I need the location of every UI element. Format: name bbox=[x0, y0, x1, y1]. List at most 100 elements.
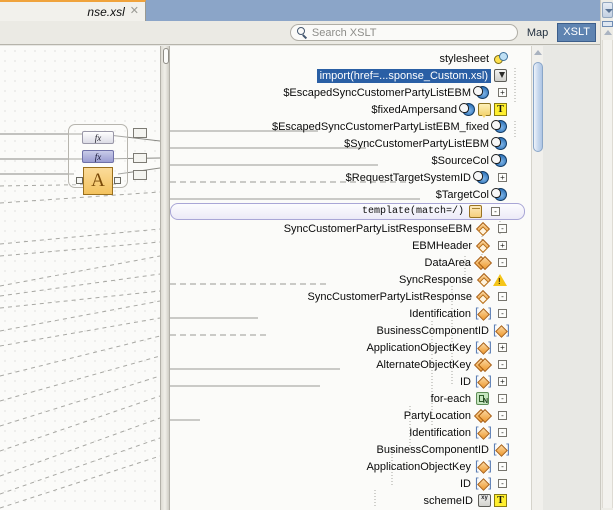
tree-row[interactable]: $RequestTargetSystemID + bbox=[170, 169, 531, 186]
editor-tab-nse-xsl[interactable]: nse.xsl ✕ bbox=[0, 0, 146, 21]
tree-row[interactable]: $SourceCol bbox=[170, 152, 531, 169]
template-icon bbox=[469, 205, 482, 218]
xslt-tree-rows: stylesheet import(href=...sponse_Custom.x… bbox=[170, 46, 531, 510]
scroll-up-icon[interactable] bbox=[534, 50, 542, 55]
tree-row-label: BusinessComponentID bbox=[376, 443, 489, 456]
tree-row-label: AlternateObjectKey bbox=[376, 358, 471, 371]
connector-stub-3[interactable] bbox=[133, 170, 147, 180]
tree-row[interactable]: SyncCustomerPartyListResponse - bbox=[170, 288, 531, 305]
tree-row-label: ApplicationObjectKey bbox=[366, 460, 471, 473]
expand-node-button[interactable]: + bbox=[498, 377, 507, 386]
element-bracket-icon bbox=[493, 441, 513, 456]
tree-row[interactable]: $fixedAmpersand T bbox=[170, 101, 531, 118]
tree-row-label: DataArea bbox=[424, 256, 471, 269]
search-input-wrapper[interactable]: Search XSLT bbox=[289, 24, 518, 41]
tree-row-label: ID bbox=[460, 477, 471, 490]
variable-icon bbox=[459, 103, 475, 116]
chevron-down-icon[interactable] bbox=[602, 2, 613, 18]
tree-row-label: Identification bbox=[409, 426, 471, 439]
tree-row[interactable]: BusinessComponentID bbox=[170, 441, 531, 458]
tree-row[interactable]: $SyncCustomerPartyListEBM bbox=[170, 135, 531, 152]
tree-row[interactable]: PartyLocation - bbox=[170, 407, 531, 424]
tree-row[interactable]: for-each - bbox=[170, 390, 531, 407]
tree-row-label: $SyncCustomerPartyListEBM bbox=[344, 137, 489, 150]
tree-row[interactable]: ApplicationObjectKey - bbox=[170, 458, 531, 475]
tree-row[interactable]: EBMHeader + bbox=[170, 237, 531, 254]
tree-scrollbar-thumb[interactable] bbox=[533, 62, 543, 152]
collapse-node-button[interactable]: - bbox=[498, 479, 507, 488]
tree-row-label: stylesheet bbox=[439, 52, 489, 65]
tree-row[interactable]: ApplicationObjectKey + bbox=[170, 339, 531, 356]
tree-row-label: for-each bbox=[430, 392, 471, 405]
tree-scrollbar-vertical[interactable] bbox=[531, 46, 543, 510]
tab-xslt[interactable]: XSLT bbox=[557, 23, 596, 42]
scroll-up-icon[interactable] bbox=[604, 30, 612, 35]
tree-row-label: $EscapedSyncCustomerPartyListEBM bbox=[283, 86, 471, 99]
element-bracket-icon bbox=[475, 475, 495, 490]
tree-row[interactable]: $EscapedSyncCustomerPartyListEBM_fixed bbox=[170, 118, 531, 135]
collapse-node-button[interactable]: - bbox=[498, 394, 507, 403]
tree-row-label: $TargetCol bbox=[435, 188, 489, 201]
variable-icon bbox=[491, 188, 507, 201]
function-input-port[interactable] bbox=[76, 177, 83, 184]
tree-row[interactable]: schemeID xy T bbox=[170, 492, 531, 509]
expand-node-button[interactable]: + bbox=[498, 88, 507, 97]
connector-stub-1[interactable] bbox=[133, 128, 147, 138]
expand-node-button[interactable]: + bbox=[498, 173, 507, 182]
splitter-grip[interactable] bbox=[163, 48, 169, 64]
function-chip-2[interactable]: fx bbox=[82, 150, 114, 163]
tree-row[interactable]: $EscapedSyncCustomerPartyListEBM + bbox=[170, 84, 531, 101]
collapse-node-button[interactable]: - bbox=[498, 224, 507, 233]
editor-tab-strip: nse.xsl ✕ bbox=[0, 0, 613, 21]
collapse-node-button[interactable]: - bbox=[498, 360, 507, 369]
function-chip-1[interactable]: fx bbox=[82, 131, 114, 144]
tree-row[interactable]: template(match=/) - bbox=[170, 203, 525, 220]
tree-row-label: SyncCustomerPartyListResponseEBM bbox=[283, 222, 472, 235]
tree-row-label: template(match=/) bbox=[361, 206, 464, 217]
tree-row[interactable]: $TargetCol bbox=[170, 186, 531, 203]
collapse-node-button[interactable]: - bbox=[498, 462, 507, 471]
expand-node-button[interactable]: + bbox=[498, 343, 507, 352]
tree-row[interactable]: Identification - bbox=[170, 424, 531, 441]
collapse-node-button[interactable]: - bbox=[491, 207, 500, 216]
pane-splitter[interactable] bbox=[160, 46, 170, 510]
tab-map[interactable]: Map bbox=[522, 24, 553, 42]
close-icon[interactable]: ✕ bbox=[130, 6, 139, 17]
window-scrollbar-vertical[interactable] bbox=[600, 0, 613, 510]
tree-row-label: $SourceCol bbox=[431, 154, 489, 167]
window-scrollbar-track[interactable] bbox=[602, 40, 613, 508]
collapse-node-button[interactable]: - bbox=[498, 258, 507, 267]
mapper-source-canvas[interactable]: fx fx A bbox=[0, 46, 160, 510]
window-scrollbar-thumb[interactable] bbox=[602, 21, 613, 27]
connector-stub-2[interactable] bbox=[133, 153, 147, 163]
tree-row[interactable]: ID - bbox=[170, 475, 531, 492]
tree-row[interactable]: AlternateObjectKey - bbox=[170, 356, 531, 373]
expand-node-button[interactable]: + bbox=[498, 241, 507, 250]
function-concat-icon[interactable]: A bbox=[83, 167, 113, 195]
collapse-node-button[interactable]: - bbox=[498, 411, 507, 420]
collapse-node-button[interactable]: - bbox=[498, 428, 507, 437]
text-icon: T bbox=[494, 103, 507, 116]
editor-tab-label: nse.xsl bbox=[87, 4, 125, 19]
tree-row[interactable]: import(href=...sponse_Custom.xsl) bbox=[170, 67, 531, 84]
tree-row[interactable]: ID + bbox=[170, 373, 531, 390]
collapse-node-button[interactable]: - bbox=[498, 292, 507, 301]
tree-row-label: EBMHeader bbox=[412, 239, 472, 252]
sequence-icon bbox=[476, 358, 489, 371]
element-bracket-icon bbox=[475, 424, 495, 439]
xslt-tree-pane[interactable]: stylesheet import(href=...sponse_Custom.x… bbox=[170, 46, 543, 510]
tree-row[interactable]: DataArea - bbox=[170, 254, 531, 271]
canvas-connector-lines bbox=[0, 133, 160, 509]
tree-row[interactable]: Identification - bbox=[170, 305, 531, 322]
element-bracket-icon bbox=[475, 458, 495, 473]
tree-row[interactable]: BusinessComponentID bbox=[170, 322, 531, 339]
tree-row-label: $fixedAmpersand bbox=[371, 103, 457, 116]
tree-row-label: schemeID bbox=[423, 494, 473, 507]
tree-row[interactable]: SyncCustomerPartyListResponseEBM - bbox=[170, 220, 531, 237]
collapse-node-button[interactable]: - bbox=[498, 309, 507, 318]
tree-row[interactable]: SyncResponse bbox=[170, 271, 531, 288]
tree-row[interactable]: stylesheet bbox=[170, 50, 531, 67]
function-group-box[interactable]: fx fx A bbox=[68, 124, 128, 195]
function-output-port[interactable] bbox=[114, 177, 121, 184]
attribute-icon: xy bbox=[478, 494, 491, 507]
